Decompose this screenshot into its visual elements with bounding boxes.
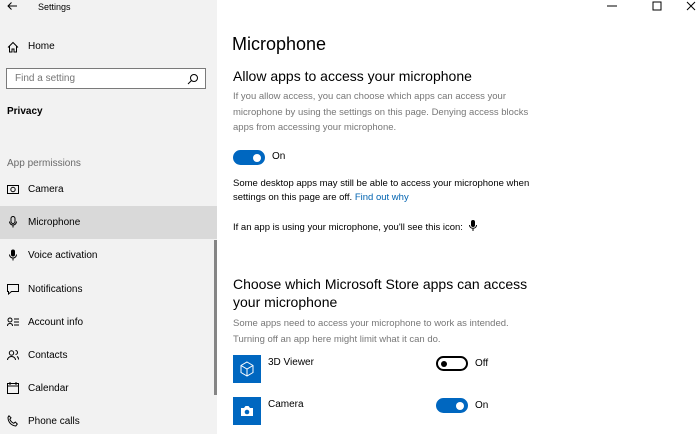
search-icon (187, 74, 198, 85)
app-name-camera: Camera (268, 399, 304, 410)
sidebar-item-microphone[interactable]: Microphone (0, 206, 217, 239)
app-tile-3d-viewer (233, 355, 261, 383)
sidebar-item-label: Calendar (28, 383, 69, 394)
app-toggle-3d-viewer[interactable] (436, 356, 468, 371)
search-input[interactable] (15, 73, 175, 84)
3d-viewer-icon (240, 361, 254, 377)
camera-icon (7, 185, 19, 194)
app-tile-camera (233, 397, 261, 425)
sidebar-item-label: Phone calls (28, 416, 80, 427)
home-icon (7, 41, 19, 53)
app-toggle-camera[interactable] (436, 398, 468, 413)
nav-home-label: Home (28, 41, 55, 52)
desktop-apps-note: Some desktop apps may still be able to a… (233, 177, 543, 205)
sidebar-item-label: Camera (28, 184, 64, 195)
titlebar-left: Settings (0, 0, 217, 18)
sidebar-item-notifications[interactable]: Notifications (0, 273, 217, 306)
allow-access-toggle-label: On (272, 151, 286, 162)
section-title-privacy: Privacy (7, 106, 43, 117)
sidebar: Settings Home Privacy App permissions Ca… (0, 0, 217, 434)
sidebar-item-label: Voice activation (28, 250, 98, 261)
group-title-app-permissions: App permissions (7, 158, 81, 169)
app-toggle-label-camera: On (475, 400, 489, 411)
nav-home[interactable]: Home (0, 36, 217, 58)
store-apps-description: Some apps need to access your microphone… (233, 318, 509, 345)
sidebar-item-calendar[interactable]: Calendar (0, 372, 217, 405)
allow-access-heading: Allow apps to access your microphone (233, 68, 472, 84)
sidebar-item-account-info[interactable]: Account info (0, 306, 217, 339)
sidebar-item-voice-activation[interactable]: Voice activation (0, 239, 217, 272)
main-content: Microphone Allow apps to access your mic… (217, 0, 700, 434)
page-title: Microphone (232, 34, 327, 54)
sidebar-item-label: Contacts (28, 350, 68, 361)
store-apps-heading-line1: Choose which Microsoft Store apps can ac… (233, 276, 528, 292)
voice-activation-icon (9, 249, 17, 261)
mic-icon-note-text: If an app is using your microphone, you'… (233, 222, 463, 233)
window-title: Settings (38, 2, 71, 12)
contacts-icon (7, 350, 19, 361)
back-button[interactable] (6, 0, 20, 14)
sidebar-item-contacts[interactable]: Contacts (0, 339, 217, 372)
find-out-why-link[interactable]: Find out why (355, 192, 409, 203)
account-info-icon (7, 317, 19, 327)
sidebar-item-label: Microphone (28, 217, 81, 228)
app-toggle-label-3d-viewer: Off (475, 358, 489, 369)
sidebar-item-phone-calls[interactable]: Phone calls (0, 405, 217, 434)
camera-app-icon (241, 406, 253, 416)
allow-access-toggle[interactable] (233, 150, 265, 165)
allow-access-description: If you allow access, you can choose whic… (233, 91, 529, 133)
sidebar-item-label: Account info (28, 317, 84, 328)
sidebar-item-camera[interactable]: Camera (0, 173, 217, 206)
sidebar-item-label: Notifications (28, 284, 83, 295)
search-box[interactable] (6, 68, 206, 89)
notifications-icon (7, 284, 19, 295)
microphone-icon (9, 216, 17, 228)
microphone-in-use-icon (468, 220, 477, 231)
store-apps-heading-line2: your microphone (233, 294, 338, 310)
app-name-3d-viewer: 3D Viewer (268, 357, 314, 368)
calendar-icon (7, 382, 19, 394)
mic-icon-note: If an app is using your microphone, you'… (233, 220, 563, 235)
phone-icon (7, 415, 18, 427)
back-arrow-icon (7, 2, 17, 10)
